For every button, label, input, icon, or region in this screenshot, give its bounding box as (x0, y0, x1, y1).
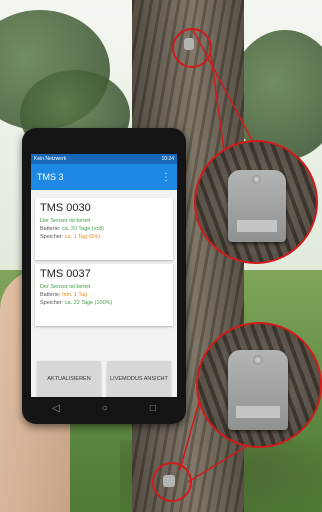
more-vert-icon[interactable]: ⋮ (161, 172, 171, 183)
zoom-inset-bottom (196, 322, 322, 448)
refresh-button[interactable]: AKTUALISIEREN (37, 361, 101, 397)
storage-value: ca. 22 Tage (100%) (64, 300, 113, 306)
battery-value: ca. 20 Tage (voll) (62, 226, 104, 232)
device-name: TMS 0030 (40, 202, 91, 214)
status-network: Kein Netzwerk (34, 156, 67, 162)
storage-value: ca. 1 Tag (6%) (64, 234, 101, 240)
home-icon[interactable]: ○ (102, 403, 108, 414)
sensor-on-ground-bottom (163, 475, 175, 487)
live-mode-button[interactable]: LIVEMODUS ANSICHT (107, 361, 171, 397)
photo-scene: Kein Netzwerk 10:24 TMS 3 ⋮ TMS 0030 Der… (0, 0, 322, 512)
device-name: TMS 0037 (40, 268, 91, 280)
sensor-label-patch (236, 406, 280, 418)
recents-icon[interactable]: □ (150, 403, 156, 414)
storage-label: Speicher: (40, 300, 64, 306)
device-card[interactable]: TMS 0037 Der Sensor ist bereit Batterie:… (35, 264, 173, 326)
status-bar: Kein Netzwerk 10:24 (31, 154, 177, 164)
sensor-label-patch (237, 220, 277, 232)
battery-value: min. 1 Tag (62, 292, 88, 298)
android-nav-bar: ◁ ○ □ (31, 397, 177, 419)
storage-label: Speicher: (40, 234, 64, 240)
battery-label: Batterie: (40, 292, 61, 298)
back-icon[interactable]: ◁ (52, 403, 60, 414)
zoom-inset-top (194, 140, 318, 264)
screw-icon (253, 355, 263, 365)
sensor-closeup-bottom (228, 350, 288, 430)
device-status: Der Sensor ist bereit (40, 218, 91, 224)
app-bar: TMS 3 ⋮ (31, 164, 177, 190)
screw-icon (252, 175, 261, 184)
app-title: TMS 3 (37, 172, 64, 182)
device-card[interactable]: TMS 0030 Der Sensor ist bereit Batterie:… (35, 198, 173, 260)
device-status: Der Sensor ist bereit (40, 284, 91, 290)
sensor-on-trunk-top (184, 38, 194, 50)
battery-label: Batterie: (40, 226, 61, 232)
status-time: 10:24 (161, 156, 174, 162)
phone-screen: Kein Netzwerk 10:24 TMS 3 ⋮ TMS 0030 Der… (31, 154, 177, 397)
sensor-closeup-top (228, 170, 286, 242)
